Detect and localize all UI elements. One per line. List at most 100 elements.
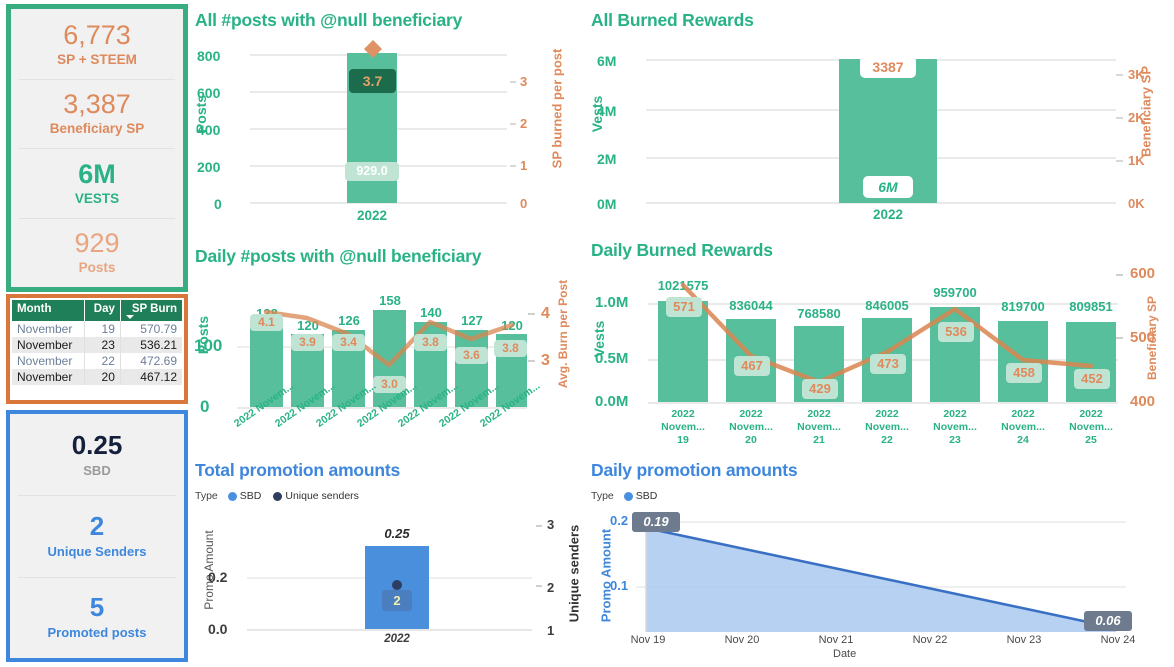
kpi-beneficiary-sp-value: 3,387 xyxy=(63,89,131,120)
line-value-label: 3.4 xyxy=(332,334,365,351)
y2-tickmark xyxy=(536,525,542,527)
cell-day: 20 xyxy=(84,369,121,385)
line-value-label: 571 xyxy=(666,297,702,317)
x-label-month: Novem... xyxy=(865,421,909,434)
kpi-unique-senders-value: 2 xyxy=(89,510,105,541)
chart-total-promotion-title: Total promotion amounts xyxy=(195,460,401,480)
x-label-month: Novem... xyxy=(661,421,705,434)
x-tick-label: Nov 21 xyxy=(818,634,854,646)
kpi-unique-senders[interactable]: 2 Unique Senders xyxy=(10,495,184,576)
kpi-sp-steem-value: 6,773 xyxy=(63,19,131,50)
kpi-sbd-label: SBD xyxy=(83,462,111,478)
x-label-day: 20 xyxy=(745,434,757,447)
y2-tickmark xyxy=(1116,160,1123,162)
line-value-label: 4.1 xyxy=(250,314,283,331)
y-tick: 0.2 xyxy=(208,569,228,585)
legend-swatch-icon xyxy=(273,491,283,501)
line-value-label: 3.9 xyxy=(291,334,324,351)
table-row[interactable]: November 20 467.12 xyxy=(12,369,182,385)
chart-all-burned-rewards: All Burned Rewards Vests Beneficiary SP … xyxy=(588,6,1174,236)
chart-daily-posts: Daily #posts with @null beneficiary Post… xyxy=(192,242,582,454)
line-value-label: 3.8 xyxy=(494,340,527,357)
table-row[interactable]: November 23 536.21 xyxy=(12,337,182,353)
legend-item-sbd[interactable]: SBD xyxy=(227,490,262,502)
x-category-label: 2022 xyxy=(384,633,410,645)
beneficiary-value-label: 3387 xyxy=(860,56,916,78)
line-value-label: 3.6 xyxy=(455,347,488,364)
area-end-value-label: 0.06 xyxy=(1084,611,1132,631)
x-label-year: 2022 xyxy=(1079,408,1103,420)
x-category-label: 2022 Novem... 20 xyxy=(719,408,783,447)
kpi-posts-value: 929 xyxy=(74,228,120,259)
kpi-posts[interactable]: 929 Posts xyxy=(11,217,183,288)
x-label-day: 19 xyxy=(677,434,689,447)
cell-day: 19 xyxy=(84,321,121,337)
y2-tick: 0K xyxy=(1128,196,1145,211)
chart-total-promotion-y2-axis-title: Unique senders xyxy=(566,524,582,623)
column-header-day[interactable]: Day xyxy=(84,300,121,321)
x-label-year: 2022 xyxy=(943,408,967,420)
x-label-month: Novem... xyxy=(729,421,773,434)
x-label-year: 2022 xyxy=(875,408,899,420)
chart-all-posts-y2-axis-title: SP burned per post xyxy=(549,48,565,169)
line-value-label: 3.8 xyxy=(414,334,447,351)
x-category-label: 2022 Novem... 22 xyxy=(855,408,919,447)
summary-kpi-card: 6,773 SP + STEEM 3,387 Beneficiary SP 6M… xyxy=(6,4,188,292)
x-label-month: Novem... xyxy=(1001,421,1045,434)
y2-tickmark xyxy=(1116,117,1123,119)
y-tick: 600 xyxy=(197,85,221,101)
kpi-vests-value: 6M xyxy=(78,158,116,189)
marker-value-label: 3.7 xyxy=(349,69,396,93)
y-tick: 6M xyxy=(597,53,617,69)
y2-tick: 0 xyxy=(520,196,528,211)
bar-value-label: 929.0 xyxy=(345,162,399,181)
column-header-sp-burn[interactable]: SP Burn xyxy=(120,300,182,321)
kpi-beneficiary-sp[interactable]: 3,387 Beneficiary SP xyxy=(11,78,183,149)
cell-sp-burn: 570.79 xyxy=(120,321,182,337)
chart-all-posts: All #posts with @null beneficiary Posts … xyxy=(192,6,582,236)
y2-tickmark xyxy=(536,585,542,587)
legend-item-unique-senders[interactable]: Unique senders xyxy=(273,490,359,502)
kpi-unique-senders-label: Unique Senders xyxy=(47,544,147,560)
line-value-label: 458 xyxy=(1006,363,1042,383)
legend-title: Type xyxy=(195,490,218,502)
y2-tickmark xyxy=(510,81,516,83)
x-label-month: Novem... xyxy=(933,421,977,434)
x-label-year: 2022 xyxy=(1011,408,1035,420)
y2-tick: 2 xyxy=(547,580,555,595)
x-tick-label: Nov 20 xyxy=(724,634,760,646)
table-row[interactable]: November 19 570.79 xyxy=(12,321,182,337)
x-label-day: 23 xyxy=(949,434,961,447)
promotion-kpi-card: 0.25 SBD 2 Unique Senders 5 Promoted pos… xyxy=(6,410,188,662)
legend-label: SBD xyxy=(239,490,262,502)
column-header-month[interactable]: Month xyxy=(12,300,86,321)
kpi-sp-steem[interactable]: 6,773 SP + STEEM xyxy=(11,9,183,79)
y2-tick: 2 xyxy=(520,116,528,131)
table-row[interactable]: November 22 472.69 xyxy=(12,353,182,369)
x-category-label: 2022 Novem... 25 xyxy=(1059,408,1123,447)
y2-tick: 1 xyxy=(520,158,528,173)
kpi-vests[interactable]: 6M VESTS xyxy=(11,148,183,218)
chart-daily-burned-rewards: Daily Burned Rewards Vests Beneficiary S… xyxy=(588,236,1174,454)
bar-value-label: 6M xyxy=(863,176,913,198)
kpi-promoted-posts[interactable]: 5 Promoted posts xyxy=(10,576,184,658)
y2-tick: 1K xyxy=(1128,153,1145,168)
kpi-promoted-posts-value: 5 xyxy=(89,592,105,623)
cell-sp-burn: 467.12 xyxy=(120,369,182,385)
kpi-vests-label: VESTS xyxy=(74,190,120,206)
y2-tick: 3 xyxy=(547,517,555,532)
cell-month: November xyxy=(12,353,86,369)
line-value-label: 452 xyxy=(1074,369,1110,389)
y-tick: 0 xyxy=(214,196,222,212)
x-label-month: Novem... xyxy=(1069,421,1113,434)
y-tick: 0M xyxy=(597,196,617,212)
y-tick: 400 xyxy=(197,122,221,138)
y-tick: 200 xyxy=(197,159,221,175)
column-header-sp-burn-label: SP Burn xyxy=(131,303,177,315)
y2-tick: 2K xyxy=(1128,110,1145,125)
chart-all-posts-title: All #posts with @null beneficiary xyxy=(195,10,463,30)
kpi-sbd[interactable]: 0.25 SBD xyxy=(10,414,184,495)
cell-day: 23 xyxy=(84,337,121,353)
x-category-label: 2022 Novem... 24 xyxy=(991,408,1055,447)
area-start-value-label: 0.19 xyxy=(632,512,680,532)
